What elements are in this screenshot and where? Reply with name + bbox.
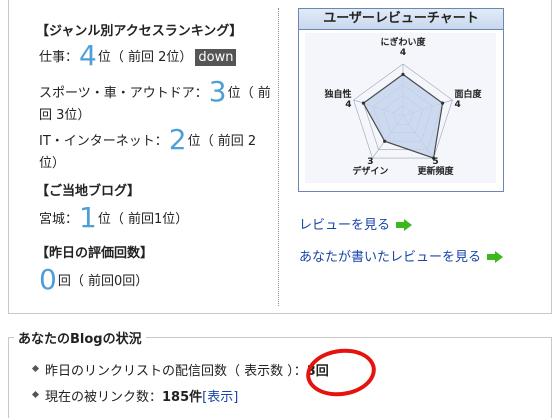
ranking-it-prev: 位） bbox=[39, 156, 66, 171]
ranking-work: 仕事：4位（ 前回 2位） down bbox=[39, 42, 273, 70]
green-arrow-icon bbox=[487, 251, 504, 267]
yesterday-unit: 回 bbox=[57, 274, 71, 289]
ranking-title: 【ジャンル別アクセスランキング】 bbox=[36, 24, 243, 39]
ranking-it: IT・インターネット：2位（ 前回 2 位） bbox=[39, 126, 273, 174]
local-unit: 位 bbox=[97, 212, 111, 227]
yesterday-prev: （ 前回0回） bbox=[70, 274, 149, 289]
ranking-sports-label: スポーツ・車・アウトドア： bbox=[39, 86, 208, 101]
see-review-link[interactable]: レビューを見る bbox=[299, 214, 413, 235]
radar-axis-value: 4 bbox=[454, 100, 460, 110]
yesterday-count-value: 0 bbox=[39, 263, 57, 296]
ranking-sports-unit: 位（ 前 bbox=[227, 86, 271, 101]
ranking-work-prev: （ 前回 2位） bbox=[110, 50, 193, 65]
radar-axis-label: にぎわい度 bbox=[380, 36, 426, 48]
ranking-work-unit: 位 bbox=[97, 50, 111, 65]
column-divider bbox=[278, 8, 279, 306]
backlinks-label: 現在の被リンク数： bbox=[45, 390, 163, 405]
review-chart-panel: ユーザーレビューチャート にぎわい度 4 面白度 4 5 更新頻度 3 デザイン 独自性 4 bbox=[298, 8, 504, 192]
backlinks-show-link[interactable]: [表示] bbox=[202, 390, 238, 405]
radar-data-point bbox=[361, 101, 366, 105]
see-review-label[interactable]: レビューを見る bbox=[299, 218, 390, 233]
ranking-sports-rank: 3 bbox=[208, 75, 227, 108]
ranking-work-rank: 4 bbox=[79, 39, 97, 72]
radar-data-point bbox=[383, 139, 387, 143]
radar-axis-label: 面白度 bbox=[454, 88, 482, 100]
radar-axis-value: 4 bbox=[345, 100, 351, 110]
radar-chart: にぎわい度4面白度45更新頻度3デザイン独自性4 bbox=[324, 36, 483, 177]
radar-data-polygon bbox=[362, 73, 444, 159]
ranking-sports-prev: 回 3位） bbox=[39, 108, 91, 123]
backlinks-value: 185件 bbox=[162, 390, 203, 405]
blog-status-title: あなたのBlogの状況 bbox=[14, 328, 146, 347]
yesterday-title: 【昨日の評価回数】 bbox=[36, 246, 154, 261]
radar-chart-area: にぎわい度 4 面白度 4 5 更新頻度 3 デザイン 独自性 4 bbox=[305, 33, 496, 183]
local-label: 宮城： bbox=[39, 212, 79, 227]
your-review-link[interactable]: あなたが書いたレビューを見る bbox=[299, 246, 504, 267]
radar-axis-value: 更新頻度 bbox=[418, 165, 455, 177]
local-rank: 1 bbox=[79, 201, 97, 234]
list-item-backlinks: 現在の被リンク数：185件[表示] bbox=[31, 386, 238, 405]
ranking-sports: スポーツ・車・アウトドア：3位（ 前 回 3位） bbox=[39, 78, 273, 126]
delivery-count-label: 昨日のリンクリストの配信回数（ 表示数 ）： bbox=[45, 364, 307, 379]
green-arrow-icon bbox=[396, 219, 413, 235]
radar-axis-label: 5 bbox=[432, 157, 438, 167]
radar-axis-label: 独自性 bbox=[324, 88, 352, 100]
your-review-label[interactable]: あなたが書いたレビューを見る bbox=[299, 250, 481, 265]
radar-data-point bbox=[440, 101, 445, 105]
local-blog-rank: 宮城：1位（ 前回1位） bbox=[39, 204, 273, 232]
radar-data-point bbox=[401, 72, 405, 76]
local-prev: （ 前回1位） bbox=[110, 212, 189, 227]
list-item-delivery-count: 昨日のリンクリストの配信回数（ 表示数 ）：3回 bbox=[31, 360, 329, 379]
yesterday-count: 0回（ 前回0回） bbox=[39, 266, 273, 294]
radar-axis-value: 4 bbox=[400, 48, 406, 58]
review-chart-title: ユーザーレビューチャート bbox=[299, 9, 503, 30]
ranking-work-label: 仕事： bbox=[39, 50, 79, 65]
local-blog-title: 【ご当地ブログ】 bbox=[36, 184, 141, 199]
radar-axis-value: デザイン bbox=[352, 165, 388, 177]
ranking-it-label: IT・インターネット： bbox=[39, 134, 168, 149]
rank-down-badge: down bbox=[195, 49, 237, 66]
ranking-it-rank: 2 bbox=[168, 123, 187, 156]
radar-axis-label: 3 bbox=[367, 157, 373, 167]
ranking-it-unit: 位（ 前回 2 bbox=[187, 134, 257, 149]
